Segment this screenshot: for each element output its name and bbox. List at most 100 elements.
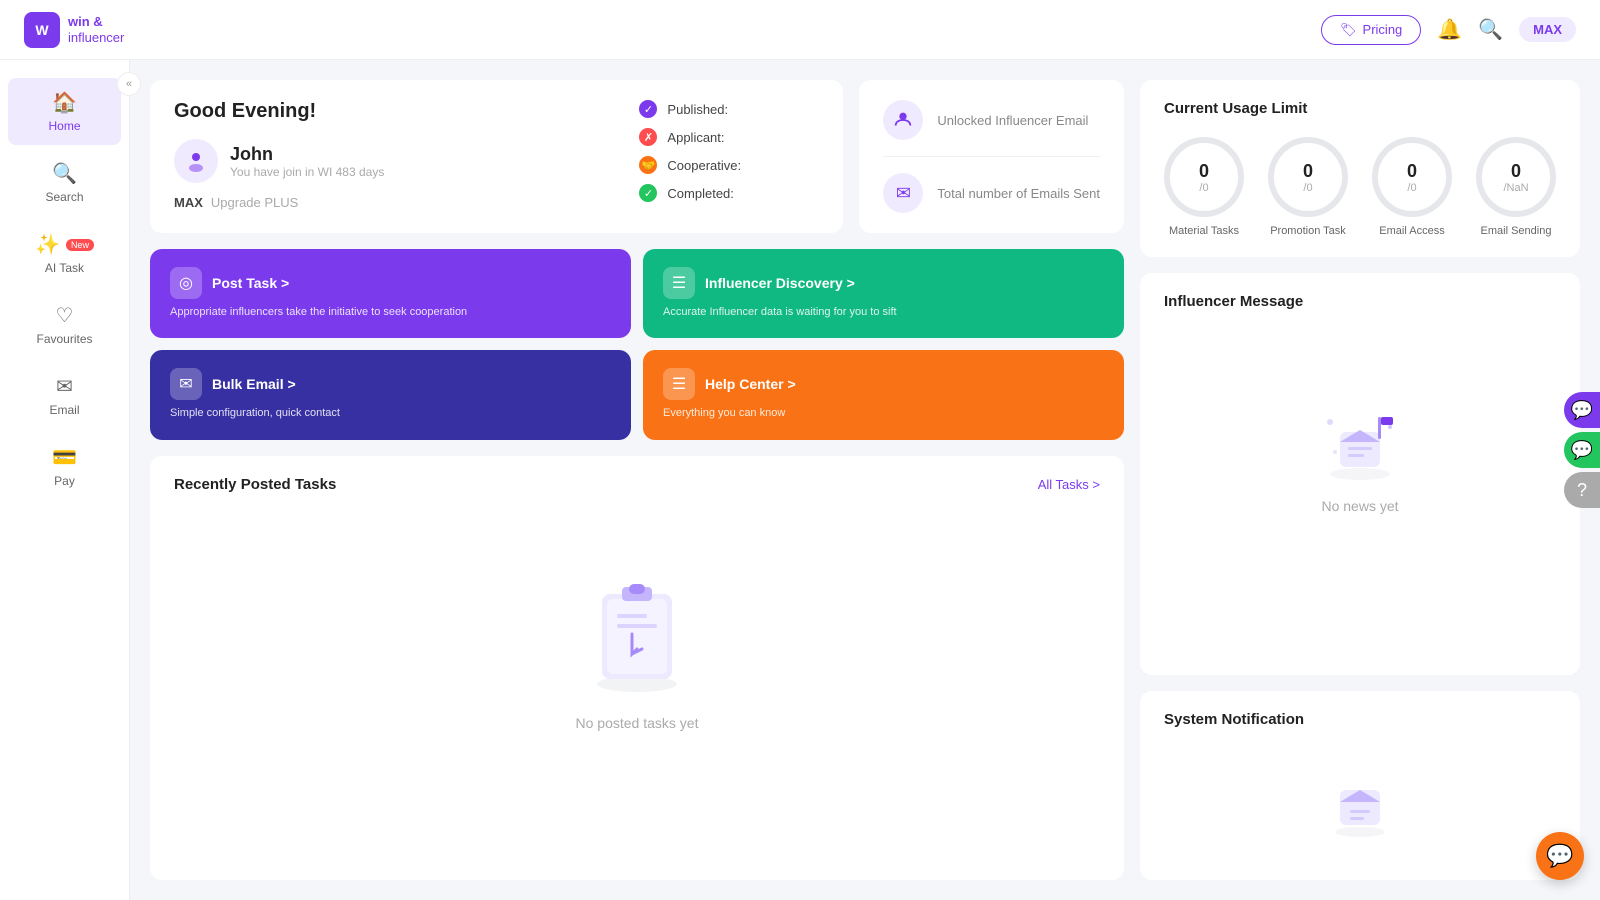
- influencer-message-title: Influencer Message: [1164, 293, 1556, 310]
- quick-actions: ◎ Post Task > Appropriate influencers ta…: [150, 249, 1124, 440]
- bulk-email-icon: ✉: [170, 368, 202, 400]
- logo-icon: W: [24, 12, 60, 48]
- influencer-discovery-icon: ☰: [663, 267, 695, 299]
- stat-completed-label: Completed:: [667, 186, 733, 201]
- empty-tasks-illustration: [577, 569, 697, 699]
- sidebar-collapse-button[interactable]: «: [117, 72, 141, 96]
- sidebar-label-email: Email: [49, 403, 79, 417]
- user-name: John: [230, 144, 384, 165]
- ai-task-icon: ✨: [35, 232, 60, 257]
- bulk-email-top: ✉ Bulk Email >: [170, 368, 611, 400]
- stat-applicant: ✗ Applicant:: [639, 128, 819, 146]
- sidebar-item-email[interactable]: ✉ Email: [8, 362, 121, 429]
- material-tasks-ring: 0 /0: [1164, 137, 1244, 217]
- new-badge: New: [66, 239, 94, 251]
- email-sending-ring: 0 /NaN: [1476, 137, 1556, 217]
- help-center-title: Help Center >: [705, 376, 796, 392]
- home-icon: 🏠: [52, 90, 77, 115]
- pricing-button[interactable]: 🏷 Pricing: [1321, 15, 1421, 45]
- stat-applicant-label: Applicant:: [667, 130, 724, 145]
- influencer-message-card: Influencer Message: [1140, 273, 1580, 675]
- usage-circles: 0 /0 Material Tasks 0 /0 Promotion Task: [1164, 137, 1556, 237]
- all-tasks-link[interactable]: All Tasks >: [1038, 477, 1100, 492]
- logo-text-sub: influencer: [68, 30, 124, 46]
- usage-card: Current Usage Limit 0 /0 Material Tasks …: [1140, 80, 1580, 257]
- user-label: MAX: [1533, 22, 1562, 37]
- total-emails-icon: ✉: [883, 173, 923, 213]
- bulk-email-desc: Simple configuration, quick contact: [170, 406, 611, 421]
- search-icon-top[interactable]: 🔍: [1478, 17, 1503, 42]
- promotion-task-label: Promotion Task: [1270, 225, 1346, 237]
- applicant-dot: ✗: [639, 128, 657, 146]
- email-access-ring: 0 /0: [1372, 137, 1452, 217]
- avatar: [174, 139, 218, 183]
- bulk-email-card[interactable]: ✉ Bulk Email > Simple configuration, qui…: [150, 350, 631, 439]
- help-center-card[interactable]: ☰ Help Center > Everything you can know: [643, 350, 1124, 439]
- pricing-label: Pricing: [1363, 22, 1403, 37]
- sidebar-label-favourites: Favourites: [36, 332, 92, 346]
- recent-tasks-card: Recently Posted Tasks All Tasks >: [150, 456, 1124, 880]
- sidebar-item-favourites[interactable]: ♡ Favourites: [8, 291, 121, 358]
- usage-material-tasks: 0 /0 Material Tasks: [1164, 137, 1244, 237]
- sidebar-item-ai-task[interactable]: ✨ New AI Task: [8, 220, 121, 287]
- unlocked-email-icon: [883, 100, 923, 140]
- help-center-icon: ☰: [663, 368, 695, 400]
- stat-completed: ✓ Completed:: [639, 184, 819, 202]
- upgrade-link[interactable]: Upgrade PLUS: [211, 195, 298, 210]
- post-task-card[interactable]: ◎ Post Task > Appropriate influencers ta…: [150, 249, 631, 338]
- favourites-icon: ♡: [56, 303, 74, 328]
- usage-email-access: 0 /0 Email Access: [1372, 137, 1452, 237]
- influencer-discovery-title: Influencer Discovery >: [705, 275, 855, 291]
- stat-cooperative-label: Cooperative:: [667, 158, 741, 173]
- logo-text-top: win &: [68, 14, 124, 30]
- material-tasks-label: Material Tasks: [1169, 225, 1239, 237]
- influencer-discovery-top: ☰ Influencer Discovery >: [663, 267, 1104, 299]
- email-icon: ✉: [56, 374, 73, 399]
- welcome-left: Good Evening! John You have join in WI: [174, 100, 607, 210]
- user-info: John You have join in WI 483 days: [230, 144, 384, 179]
- sidebar: « 🏠 Home 🔍 Search ✨ New AI Task ♡ Favour…: [0, 60, 130, 900]
- sidebar-label-search: Search: [45, 190, 83, 204]
- post-task-top: ◎ Post Task >: [170, 267, 611, 299]
- welcome-stats: ✓ Published: ✗ Applicant: 🤝 Cooperative:: [639, 100, 819, 202]
- bell-icon[interactable]: 🔔: [1437, 17, 1462, 42]
- help-center-top: ☰ Help Center >: [663, 368, 1104, 400]
- sidebar-item-home[interactable]: 🏠 Home: [8, 78, 121, 145]
- empty-message-state: No news yet: [1164, 322, 1556, 574]
- logo: W win & influencer: [24, 12, 124, 48]
- tasks-title: Recently Posted Tasks: [174, 476, 336, 493]
- email-sending-value: 0: [1511, 161, 1521, 182]
- help-center-desc: Everything you can know: [663, 406, 1104, 421]
- sidebar-item-pay[interactable]: 💳 Pay: [8, 433, 121, 500]
- main-content: Good Evening! John You have join in WI: [130, 60, 1600, 900]
- chat-button[interactable]: 💬: [1536, 832, 1584, 880]
- sidebar-item-search[interactable]: 🔍 Search: [8, 149, 121, 216]
- upgrade-row: MAX Upgrade PLUS: [174, 195, 607, 210]
- floating-buttons: 💬 💬 ?: [1564, 392, 1600, 508]
- influencer-discovery-desc: Accurate Influencer data is waiting for …: [663, 305, 1104, 320]
- user-badge[interactable]: MAX: [1519, 17, 1576, 42]
- system-notification-title: System Notification: [1164, 711, 1556, 728]
- empty-tasks-text: No posted tasks yet: [576, 715, 699, 731]
- sidebar-label-pay: Pay: [54, 474, 75, 488]
- influencer-discovery-card[interactable]: ☰ Influencer Discovery > Accurate Influe…: [643, 249, 1124, 338]
- promotion-task-value: 0: [1303, 161, 1313, 182]
- user-days: You have join in WI 483 days: [230, 165, 384, 179]
- top-row: Good Evening! John You have join in WI: [150, 80, 1124, 233]
- post-task-title: Post Task >: [212, 275, 289, 291]
- tasks-header: Recently Posted Tasks All Tasks >: [174, 476, 1100, 493]
- completed-dot: ✓: [639, 184, 657, 202]
- sidebar-label-home: Home: [48, 119, 80, 133]
- material-tasks-denom: /0: [1199, 182, 1208, 194]
- upgrade-label: MAX: [174, 195, 203, 210]
- welcome-card: Good Evening! John You have join in WI: [150, 80, 843, 233]
- wechat-float-button[interactable]: 💬: [1564, 432, 1600, 468]
- stat-published-label: Published:: [667, 102, 728, 117]
- email-stats-card: Unlocked Influencer Email ✉ Total number…: [859, 80, 1124, 233]
- promotion-task-ring: 0 /0: [1268, 137, 1348, 217]
- chat-float-button[interactable]: 💬: [1564, 392, 1600, 428]
- ai-task-row: ✨ New: [35, 232, 94, 257]
- question-float-button[interactable]: ?: [1564, 472, 1600, 508]
- unlocked-email-label: Unlocked Influencer Email: [937, 113, 1088, 128]
- cooperative-dot: 🤝: [639, 156, 657, 174]
